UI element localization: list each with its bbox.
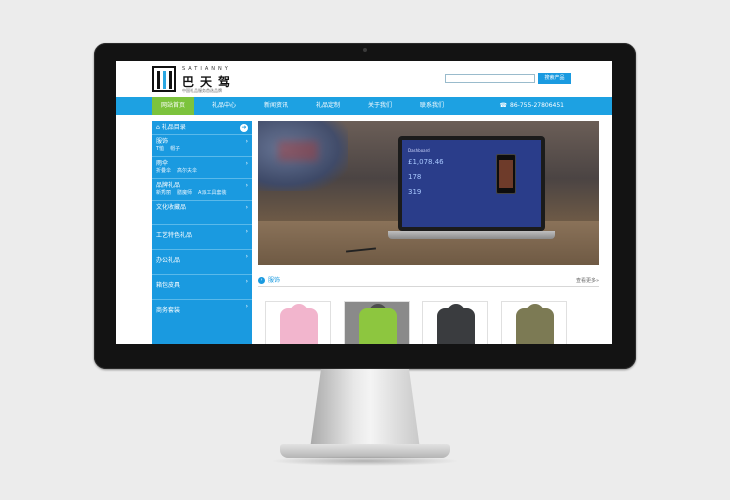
phone-text: 86-755-27806451 xyxy=(510,102,564,109)
chevron-right-icon: › xyxy=(245,182,248,189)
chevron-right-icon: › xyxy=(245,204,248,211)
view-more-link[interactable]: 查看更多» xyxy=(576,275,599,287)
sidebar-item-office[interactable]: 办公礼品 › xyxy=(152,250,252,275)
sidebar-header: ⌂ 礼品目录 ➜ xyxy=(152,121,252,135)
sub-link[interactable]: 高尔夫伞 xyxy=(177,168,197,174)
sidebar-item-label: 文化收藏品 xyxy=(156,204,187,211)
phone-icon: ☎ xyxy=(499,102,508,109)
dashboard-value: 178 xyxy=(408,173,422,181)
chevron-right-icon: › xyxy=(245,138,248,145)
sidebar-item-business-sets[interactable]: 商务套装 › xyxy=(152,300,252,325)
sidebar: ⌂ 礼品目录 ➜ 服饰 T恤 帽子 › 雨伞 折叠伞 高尔夫伞 › 品牌礼品 新秀丽… xyxy=(152,121,252,344)
nav-home[interactable]: 网站首页 xyxy=(152,97,194,115)
dashboard-title: Dashboard xyxy=(408,148,430,153)
nav-about[interactable]: 关于我们 xyxy=(359,97,401,115)
section-header: › 服饰 查看更多» xyxy=(258,275,599,287)
section-arrow-icon: › xyxy=(258,277,265,284)
camera xyxy=(363,48,367,52)
brand-en: SATIANNY xyxy=(182,66,231,72)
olive-jacket-image xyxy=(516,308,554,344)
laptop-screen: Dashboard £1,078.46 178 319 xyxy=(398,136,545,231)
dashboard-value: 319 xyxy=(408,188,422,196)
sidebar-item-apparel[interactable]: 服饰 T恤 帽子 › xyxy=(152,135,252,157)
chevron-right-icon: › xyxy=(245,253,248,260)
search-button[interactable]: 搜索产品 xyxy=(538,73,571,84)
monitor-stand xyxy=(310,369,420,449)
phone-number: ☎ 86-755-27806451 xyxy=(500,97,564,115)
sidebar-item-collectibles[interactable]: 文化收藏品 › xyxy=(152,201,252,225)
arrow-right-icon[interactable]: ➜ xyxy=(240,124,248,132)
sub-link[interactable]: A派工具套装 xyxy=(198,190,226,196)
product-card[interactable] xyxy=(344,301,410,344)
section-title[interactable]: › 服饰 xyxy=(258,275,280,287)
brand-tagline: 中国礼品服务首选品牌 xyxy=(182,88,222,93)
sidebar-item-label: 办公礼品 xyxy=(156,257,181,264)
sidebar-item-label: 箱包皮具 xyxy=(156,282,181,289)
sub-link[interactable]: T恤 xyxy=(156,146,164,152)
sidebar-item-label: 工艺特色礼品 xyxy=(156,232,193,239)
laptop-base xyxy=(388,231,555,239)
logo-icon[interactable] xyxy=(152,66,176,92)
header: SATIANNY 巴天驾 中国礼品服务首选品牌 搜索产品 xyxy=(116,61,612,97)
laptop-display: Dashboard £1,078.46 178 319 xyxy=(402,140,541,227)
hero-banner[interactable]: Dashboard £1,078.46 178 319 xyxy=(258,121,599,265)
screen: SATIANNY 巴天驾 中国礼品服务首选品牌 搜索产品 网站首页 礼品中心 新… xyxy=(116,61,612,344)
sidebar-item-label: 雨伞 xyxy=(156,160,169,167)
chevron-right-icon: › xyxy=(245,303,248,310)
sub-link[interactable]: 膳魔师 xyxy=(177,190,192,196)
chevron-right-icon: › xyxy=(245,160,248,167)
nav-custom[interactable]: 礼品定制 xyxy=(307,97,349,115)
sub-link[interactable]: 帽子 xyxy=(170,146,180,152)
dashboard-value: £1,078.46 xyxy=(408,158,444,166)
monitor: SATIANNY 巴天驾 中国礼品服务首选品牌 搜索产品 网站首页 礼品中心 新… xyxy=(94,43,636,369)
product-card[interactable] xyxy=(265,301,331,344)
flag-accent xyxy=(278,141,318,161)
sidebar-item-brand-gifts[interactable]: 品牌礼品 新秀丽 膳魔师 A派工具套装 › xyxy=(152,179,252,201)
home-icon: ⌂ xyxy=(156,124,160,131)
sidebar-item-bags[interactable]: 箱包皮具 › xyxy=(152,275,252,300)
smartphone-image xyxy=(496,154,516,194)
product-card[interactable] xyxy=(501,301,567,344)
product-grid xyxy=(265,301,595,344)
nav-news[interactable]: 新闻资讯 xyxy=(255,97,297,115)
main-nav: 网站首页 礼品中心 新闻资讯 礼品定制 关于我们 联系我们 ☎ 86-755-27… xyxy=(116,97,612,115)
green-jacket-image xyxy=(359,308,397,344)
product-card[interactable] xyxy=(422,301,488,344)
nav-contact[interactable]: 联系我们 xyxy=(411,97,453,115)
black-jacket-image xyxy=(437,308,475,344)
chevron-right-icon: › xyxy=(245,228,248,235)
sidebar-item-crafts[interactable]: 工艺特色礼品 › xyxy=(152,225,252,250)
sidebar-item-label: 品牌礼品 xyxy=(156,182,181,189)
sidebar-item-label: 商务套装 xyxy=(156,307,181,314)
sidebar-title: 礼品目录 xyxy=(161,124,186,131)
nav-gift-center[interactable]: 礼品中心 xyxy=(203,97,245,115)
pink-jacket-image xyxy=(280,308,318,344)
section-title-text: 服饰 xyxy=(268,277,281,284)
sub-link[interactable]: 新秀丽 xyxy=(156,190,171,196)
search-input[interactable] xyxy=(445,74,535,83)
chevron-right-icon: › xyxy=(245,278,248,285)
stand-shadow xyxy=(270,456,460,466)
sidebar-item-label: 服饰 xyxy=(156,138,169,145)
sub-link[interactable]: 折叠伞 xyxy=(156,168,171,174)
sidebar-item-umbrella[interactable]: 雨伞 折叠伞 高尔夫伞 › xyxy=(152,157,252,179)
